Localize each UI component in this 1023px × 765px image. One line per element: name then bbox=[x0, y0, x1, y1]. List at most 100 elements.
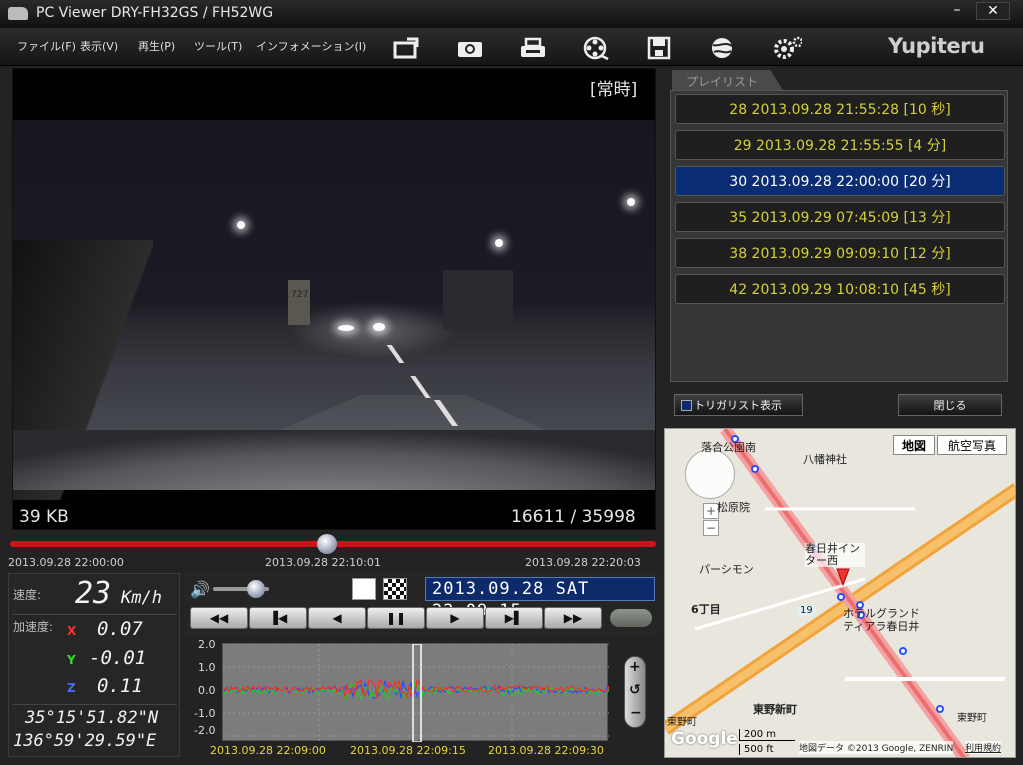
longitude: 136°59'29.59"E bbox=[13, 731, 157, 751]
menu-information[interactable]: インフォメーション(I) bbox=[256, 38, 366, 54]
rewind-button[interactable]: ◀ bbox=[308, 607, 366, 629]
graph-ytick: 2.0 bbox=[198, 638, 216, 651]
accel-z-label: Z bbox=[67, 681, 76, 695]
fast-rewind-button[interactable]: ◀◀ bbox=[190, 607, 248, 629]
menu-tools[interactable]: ツール(T) bbox=[194, 38, 242, 54]
map-label: 東野町 bbox=[667, 717, 697, 728]
map-globe-icon[interactable] bbox=[707, 34, 737, 62]
play-button[interactable]: ▶ bbox=[426, 607, 484, 629]
menu-file[interactable]: ファイル(F) bbox=[17, 38, 76, 54]
next-file-button[interactable]: ▶▌ bbox=[485, 607, 543, 629]
dashcam-video-frame: 727 bbox=[13, 120, 655, 500]
seek-bar[interactable] bbox=[10, 534, 656, 554]
checkbox-icon[interactable] bbox=[681, 399, 692, 411]
trigger-list-toggle[interactable]: トリガリスト表示 bbox=[674, 394, 803, 416]
camera-icon[interactable] bbox=[455, 34, 485, 62]
accel-y-label: Y bbox=[67, 653, 76, 667]
speed-label: 速度: bbox=[13, 588, 42, 602]
map-zoom-out[interactable]: − bbox=[703, 520, 719, 536]
map-type-map-button[interactable]: 地図 bbox=[893, 435, 935, 455]
playlist-item[interactable]: 28 2013.09.28 21:55:28 [10 秒] bbox=[675, 94, 1005, 124]
graph-zoom-out-button[interactable]: − bbox=[630, 705, 642, 721]
map-attribution: 地図データ ©2013 Google, ZENRIN bbox=[799, 741, 954, 754]
map-label: 東野新町 bbox=[753, 703, 797, 716]
title-bar: PC Viewer DRY-FH32GS / FH52WG – ✕ bbox=[0, 0, 1023, 28]
timeline-start: 2013.09.28 22:00:00 bbox=[8, 556, 124, 569]
save-icon[interactable] bbox=[644, 34, 674, 62]
app-logo-icon bbox=[8, 7, 28, 20]
close-playlist-button[interactable]: 閉じる bbox=[898, 394, 1002, 416]
map-view[interactable]: + − 地図 航空写真 落合公園南 八幡神社 松原院 春日井インター西 パーシモ… bbox=[664, 428, 1016, 758]
graph-xtick: 2013.09.28 22:09:30 bbox=[488, 744, 604, 757]
menu-view[interactable]: 表示(V) bbox=[80, 38, 118, 54]
minimize-button[interactable]: – bbox=[940, 2, 974, 20]
print-icon[interactable] bbox=[518, 34, 548, 62]
playlist-item[interactable]: 38 2013.09.29 09:09:10 [12 分] bbox=[675, 238, 1005, 268]
speed-value: 23 bbox=[75, 576, 112, 611]
map-pan-control[interactable] bbox=[685, 449, 735, 499]
map-label: 春日井インター西 bbox=[805, 543, 865, 567]
map-label: 松原院 bbox=[717, 501, 750, 514]
datetime-display: 2013.09.28 SAT 22:09.15 bbox=[425, 577, 655, 621]
previous-file-button[interactable]: ▐◀ bbox=[249, 607, 307, 629]
repeat-toggle[interactable] bbox=[610, 609, 652, 627]
recording-mode-label: [常時] bbox=[590, 80, 638, 100]
film-reel-icon[interactable] bbox=[581, 34, 611, 62]
pause-button[interactable]: ❚❚ bbox=[367, 607, 425, 629]
timeline-end: 2013.09.28 22:20:03 bbox=[525, 556, 641, 569]
playlist-item[interactable]: 42 2013.09.29 10:08:10 [45 秒] bbox=[675, 274, 1005, 304]
menu-play[interactable]: 再生(P) bbox=[138, 38, 175, 54]
close-button[interactable]: ✕ bbox=[976, 2, 1010, 20]
menu-bar: ファイル(F) 表示(V) 再生(P) ツール(T) インフォメーション(I) … bbox=[0, 28, 1023, 66]
playlist-item[interactable]: 35 2013.09.29 07:45:09 [13 分] bbox=[675, 202, 1005, 232]
fast-forward-button[interactable]: ▶▶ bbox=[544, 607, 602, 629]
timeline-current: 2013.09.28 22:10:01 bbox=[265, 556, 381, 569]
route-badge: 19 bbox=[797, 605, 816, 616]
file-size-label: 39 KB bbox=[19, 507, 69, 527]
accel-x-label: X bbox=[67, 624, 77, 638]
map-terms-link[interactable]: 利用規約 bbox=[965, 741, 1002, 754]
speed-unit: Km/h bbox=[121, 588, 162, 608]
accel-x-value: 0.07 bbox=[97, 618, 143, 640]
accel-label: 加速度: bbox=[13, 620, 54, 634]
map-label: 6丁目 bbox=[691, 603, 721, 616]
map-type-aerial-button[interactable]: 航空写真 bbox=[937, 435, 1007, 455]
graph-ytick: -2.0 bbox=[194, 724, 216, 737]
video-player[interactable]: 727 [常時] 39 KB 16611 / 35998 bbox=[12, 68, 656, 530]
checker-pattern-button[interactable] bbox=[383, 578, 407, 600]
google-logo: Google bbox=[671, 729, 738, 749]
graph-xtick: 2013.09.28 22:09:15 bbox=[350, 744, 466, 757]
playlist-item-selected[interactable]: 30 2013.09.28 22:00:00 [20 分] bbox=[675, 166, 1005, 196]
map-scale-m: 200 m bbox=[739, 729, 795, 741]
map-label: 落合公園南 bbox=[701, 441, 756, 454]
graph-ytick: -1.0 bbox=[194, 707, 216, 720]
app-window: PC Viewer DRY-FH32GS / FH52WG – ✕ ファイル(F… bbox=[0, 0, 1023, 765]
shop-sign-text: 727 bbox=[291, 290, 309, 300]
graph-ytick: 0.0 bbox=[198, 684, 216, 697]
graph-xtick: 2013.09.28 22:09:00 bbox=[210, 744, 326, 757]
map-scale-ft: 500 ft bbox=[739, 744, 778, 755]
trigger-list-label: トリガリスト表示 bbox=[694, 399, 782, 412]
frame-counter: 16611 / 35998 bbox=[511, 507, 636, 527]
playlist-panel: 28 2013.09.28 21:55:28 [10 秒] 29 2013.09… bbox=[670, 90, 1008, 382]
map-label: パーシモン bbox=[699, 563, 754, 576]
playlist-item[interactable]: 29 2013.09.28 21:55:55 [4 分] bbox=[675, 130, 1005, 160]
map-label: 八幡神社 bbox=[803, 453, 847, 466]
volume-thumb[interactable] bbox=[246, 580, 265, 598]
seek-thumb[interactable] bbox=[316, 534, 337, 554]
volume-icon[interactable]: 🔊 bbox=[190, 580, 210, 599]
latitude: 35°15'51.82"N bbox=[25, 708, 159, 728]
accel-z-value: 0.11 bbox=[97, 675, 143, 697]
map-label: 東野町 bbox=[957, 713, 987, 724]
folder-icon[interactable] bbox=[392, 34, 422, 62]
tab-playlist[interactable]: プレイリスト bbox=[672, 70, 784, 92]
graph-reset-button[interactable]: ↺ bbox=[629, 682, 641, 698]
accel-y-value: -0.01 bbox=[89, 647, 147, 669]
settings-gear-icon[interactable] bbox=[772, 34, 802, 62]
acceleration-graph[interactable] bbox=[222, 643, 610, 743]
graph-ytick: 1.0 bbox=[198, 661, 216, 674]
graph-zoom-in-button[interactable]: + bbox=[629, 659, 641, 675]
window-title: PC Viewer DRY-FH32GS / FH52WG bbox=[36, 5, 274, 21]
white-frame-button[interactable] bbox=[352, 578, 376, 600]
map-label: ティアラ春日井 bbox=[843, 620, 920, 633]
